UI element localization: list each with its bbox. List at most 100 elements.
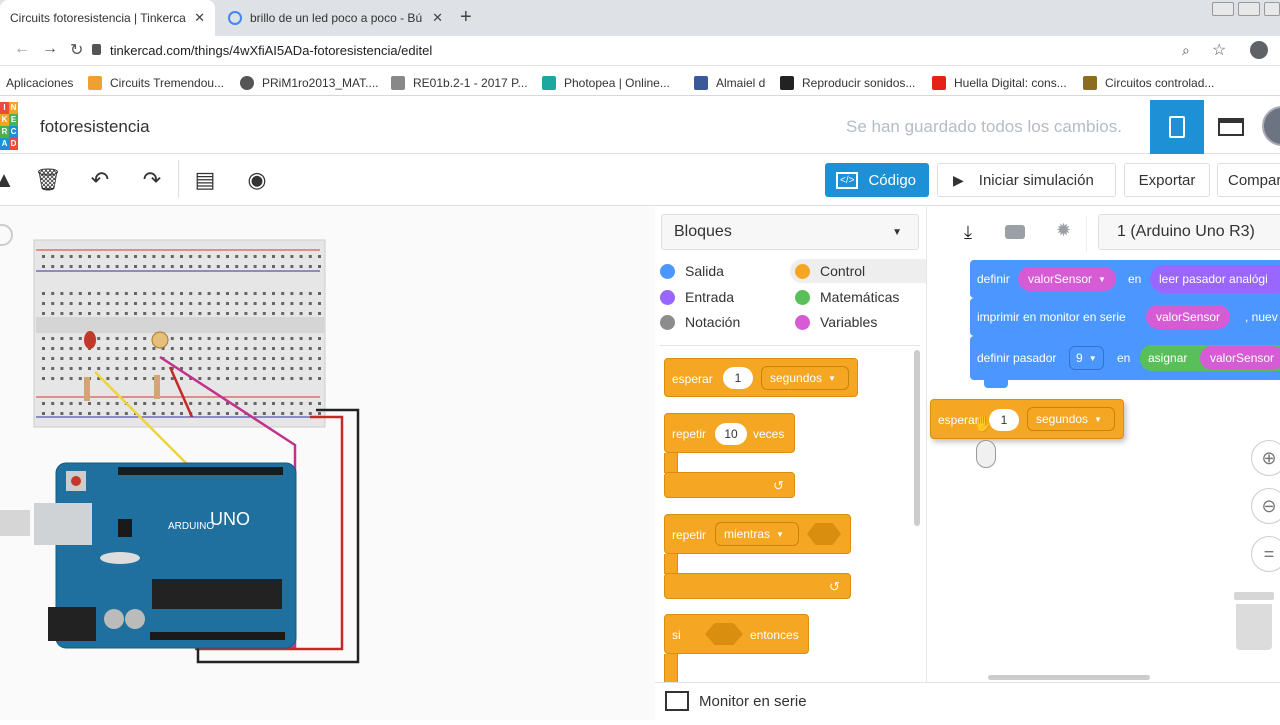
wait-value[interactable]: 1 <box>723 367 753 389</box>
loop-arrow-icon: ↺ <box>829 579 840 594</box>
zoom-reset-icon[interactable]: = <box>1251 536 1280 572</box>
category-matematicas[interactable]: Matemáticas <box>795 289 899 305</box>
redo-icon[interactable]: ↷ <box>138 166 166 194</box>
export-button[interactable]: Exportar <box>1124 163 1210 197</box>
bookmark-item[interactable]: Huella Digital: cons... <box>932 76 1067 90</box>
bookmark-item[interactable]: Reproducir sonidos... <box>780 76 915 90</box>
close-window-icon[interactable] <box>1264 2 1280 16</box>
bookmark-item[interactable]: Almaiel d <box>694 76 765 90</box>
set-pin-block[interactable]: definir pasador 9 ▼ en asignar valorSenso… <box>970 336 1280 380</box>
notes-icon[interactable]: ▤ <box>191 166 219 194</box>
read-analog-pin-block[interactable]: leer pasador analógi <box>1150 265 1280 293</box>
chevron-down-icon: ▼ <box>1088 353 1097 363</box>
repeat-while-block[interactable]: repetir mientras ▼ <box>664 514 851 554</box>
loop-arrow-icon: ↺ <box>773 478 784 493</box>
repeat-block[interactable]: repetir 10 veces <box>664 413 795 453</box>
rotate-icon[interactable]: ▲ <box>0 166 18 194</box>
close-tab-icon[interactable]: ✕ <box>194 10 205 26</box>
board-selector[interactable]: 1 (Arduino Uno R3) <box>1098 214 1280 250</box>
play-icon: ▶ <box>953 171 964 188</box>
serial-monitor-bar[interactable]: Monitor en serie <box>655 682 1280 720</box>
back-icon[interactable]: ← <box>14 40 30 58</box>
bookmark-item[interactable]: Photopea | Online... <box>542 76 670 90</box>
dragging-wait-block[interactable]: esperar 1 segundos ▼ <box>930 399 1124 439</box>
delete-icon[interactable]: 🗑 <box>34 166 62 194</box>
browser-tab[interactable]: brillo de un led poco a poco - Bú ✕ <box>218 0 453 36</box>
workspace-hscrollbar[interactable] <box>988 675 1150 680</box>
repeat-count[interactable]: 10 <box>715 423 747 445</box>
code-button[interactable]: </> Código <box>825 163 929 197</box>
define-variable-block[interactable]: definir valorSensor ▼ en leer pasador ana… <box>970 260 1280 298</box>
print-variable[interactable]: valorSensor <box>1146 305 1231 329</box>
maximize-icon[interactable] <box>1238 2 1260 16</box>
bookmark-item[interactable]: Circuitos controlad... <box>1083 76 1214 90</box>
component-list-icon[interactable] <box>1218 118 1244 136</box>
bookmark-icon <box>1083 76 1097 90</box>
block-notch <box>984 380 1008 388</box>
bookmark-icon <box>391 76 405 90</box>
minimize-icon[interactable] <box>1212 2 1234 16</box>
circuit-canvas[interactable]: UNO ARDUINO <box>0 207 655 720</box>
circuit-drawing: UNO ARDUINO <box>0 224 360 664</box>
share-button[interactable]: Compar <box>1217 163 1280 197</box>
category-salida[interactable]: Salida <box>660 263 724 279</box>
lock-icon <box>92 44 101 55</box>
chevron-down-icon: ▼ <box>828 373 836 383</box>
tab-title: brillo de un led poco a poco - Bú <box>250 11 423 25</box>
upload-to-board-icon[interactable] <box>1005 225 1025 239</box>
chevron-down-icon: ▼ <box>892 226 902 238</box>
category-control[interactable]: Control <box>795 263 865 279</box>
wait-unit-dropdown[interactable]: segundos ▼ <box>1027 407 1115 431</box>
zoom-in-icon[interactable]: ⊕ <box>1251 440 1280 476</box>
variable-dropdown[interactable]: valorSensor ▼ <box>1018 267 1116 291</box>
forward-icon[interactable]: → <box>42 40 58 58</box>
bookmark-item[interactable]: RE01b.2-1 - 2017 P... <box>391 76 528 90</box>
print-serial-block[interactable]: imprimir en monitor en serie valorSensor… <box>970 298 1280 336</box>
save-status: Se han guardado todos los cambios. <box>846 117 1122 136</box>
if-block-arm <box>664 654 678 682</box>
undo-icon[interactable]: ↶ <box>86 166 114 194</box>
bookmark-apps[interactable]: Aplicaciones <box>6 76 73 90</box>
condition-mode-dropdown[interactable]: mientras ▼ <box>715 522 799 546</box>
profile-icon[interactable] <box>1250 41 1268 59</box>
wait-value[interactable]: 1 <box>989 409 1019 431</box>
tab-title: Circuits fotoresistencia | Tinkerca <box>10 11 186 25</box>
boolean-slot[interactable] <box>705 623 743 645</box>
bookmark-item[interactable]: PRiM1ro2013_MAT.... <box>240 76 379 90</box>
palette-scrollbar[interactable] <box>914 350 920 526</box>
if-block[interactable]: si entonces <box>664 614 809 654</box>
browser-tab-active[interactable]: Circuits fotoresistencia | Tinkerca ✕ <box>0 0 215 36</box>
chevron-down-icon: ▼ <box>1094 414 1102 424</box>
map-variable[interactable]: valorSensor <box>1200 346 1280 370</box>
boolean-slot[interactable] <box>807 523 841 545</box>
new-tab-icon[interactable]: + <box>460 6 472 29</box>
zoom-out-icon[interactable]: ⊖ <box>1251 488 1280 524</box>
url-text[interactable]: tinkercad.com/things/4wXfiAI5ADa-fotores… <box>110 43 432 58</box>
project-name[interactable]: fotoresistencia <box>40 117 150 137</box>
visibility-icon[interactable]: ◉ <box>243 166 271 194</box>
zoom-page-icon[interactable]: ⌕ <box>1182 42 1190 59</box>
star-icon[interactable]: ☆ <box>1212 40 1226 60</box>
bookmark-item[interactable]: Circuits Tremendou... <box>88 76 224 90</box>
bookmark-icon <box>780 76 794 90</box>
debug-bug-icon[interactable]: ✹ <box>1056 220 1071 241</box>
wait-unit-dropdown[interactable]: segundos ▼ <box>761 366 849 390</box>
photopea-icon <box>542 76 556 90</box>
start-simulation-button[interactable]: ▶ Iniciar simulación <box>937 163 1116 197</box>
category-notacion[interactable]: Notación <box>660 314 740 330</box>
category-variables[interactable]: Variables <box>795 314 877 330</box>
trash-icon[interactable] <box>1234 592 1274 650</box>
tinkercad-logo[interactable]: I N K E R C A D <box>0 102 18 150</box>
category-entrada[interactable]: Entrada <box>660 289 734 305</box>
globe-icon <box>240 76 254 90</box>
close-tab-icon[interactable]: ✕ <box>432 10 443 26</box>
pin-dropdown[interactable]: 9 ▼ <box>1069 346 1104 370</box>
repeat-while-arm <box>664 554 678 574</box>
facebook-icon <box>694 76 708 90</box>
blocks-selector[interactable]: Bloques ▼ <box>661 214 919 250</box>
reload-icon[interactable]: ↻ <box>70 40 83 60</box>
google-icon <box>228 11 242 25</box>
wait-block[interactable]: esperar 1 segundos ▼ <box>664 358 858 397</box>
download-icon[interactable]: ⤓ <box>955 220 981 244</box>
circuit-view-button[interactable] <box>1150 100 1204 154</box>
